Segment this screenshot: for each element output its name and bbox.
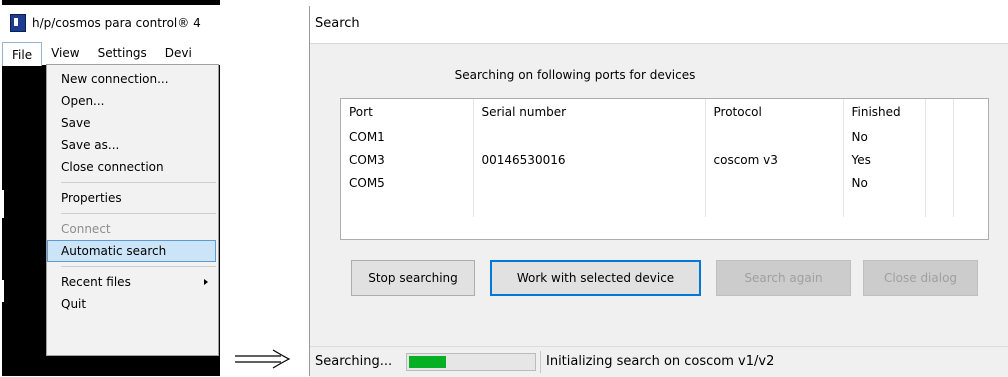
window-edge [2, 280, 4, 302]
column-header-finished[interactable]: Finished [843, 99, 926, 125]
table-row[interactable]: COM5 No [341, 171, 988, 194]
cell-port: COM3 [341, 148, 474, 171]
close-dialog-button: Close dialog [863, 260, 978, 296]
menu-item-new-connection[interactable]: New connection... [47, 68, 218, 90]
cell-protocol: coscom v3 [705, 148, 844, 171]
cell-protocol [705, 125, 844, 148]
cell-serial [473, 125, 706, 148]
status-message: Initializing search on coscom v1/v2 [546, 354, 775, 369]
cell-serial [473, 171, 706, 194]
cell-protocol [705, 171, 844, 194]
menu-separator [61, 266, 216, 267]
column-header-port[interactable]: Port [341, 99, 474, 125]
dialog-title: Search [315, 16, 360, 31]
cell-finished: No [843, 125, 926, 148]
search-progress-bar [406, 353, 536, 371]
app-window: h/p/cosmos para control® 4 File View Set… [2, 0, 220, 376]
file-menu-dropdown: New connection... Open... Save Save as..… [46, 64, 219, 356]
cell-port: COM5 [341, 171, 474, 194]
menu-bar: File View Settings Devi [2, 41, 220, 66]
column-header-serial-number[interactable]: Serial number [473, 99, 706, 125]
table-header-row: Port Serial number Protocol Finished [341, 99, 988, 125]
menu-item-open[interactable]: Open... [47, 90, 218, 112]
ports-table: Port Serial number Protocol Finished COM… [341, 99, 988, 217]
menu-item-properties[interactable]: Properties [47, 187, 218, 209]
work-with-selected-device-button[interactable]: Work with selected device [490, 260, 701, 296]
menu-separator [61, 213, 216, 214]
dialog-title-bar: Search [310, 6, 1008, 44]
column-header-empty [953, 99, 988, 125]
menu-devices[interactable]: Devi [156, 41, 201, 65]
menu-file[interactable]: File [2, 41, 43, 66]
search-dialog: Search Searching on following ports for … [309, 6, 1008, 377]
app-logo-icon [10, 14, 26, 32]
menu-settings[interactable]: Settings [89, 41, 156, 65]
menu-item-save-as[interactable]: Save as... [47, 134, 218, 156]
ports-list[interactable]: Port Serial number Protocol Finished COM… [340, 98, 989, 240]
app-title: h/p/cosmos para control® 4 [32, 16, 201, 30]
long-right-arrow-icon [235, 349, 291, 369]
menu-separator [61, 182, 216, 183]
menu-item-save[interactable]: Save [47, 112, 218, 134]
search-again-button: Search again [716, 260, 851, 296]
cell-finished: No [843, 171, 926, 194]
table-row[interactable]: COM3 00146530016 coscom v3 Yes [341, 148, 988, 171]
stop-searching-button[interactable]: Stop searching [351, 260, 475, 296]
search-caption: Searching on following ports for devices [454, 68, 696, 82]
menu-item-recent-files-label: Recent files [61, 275, 131, 289]
menu-item-automatic-search[interactable]: Automatic search [47, 240, 216, 262]
menu-view[interactable]: View [42, 41, 88, 65]
progress-fill [409, 356, 446, 368]
column-header-protocol[interactable]: Protocol [705, 99, 844, 125]
cell-finished: Yes [843, 148, 926, 171]
column-header-empty [925, 99, 954, 125]
table-row-empty [341, 194, 988, 217]
cell-port: COM1 [341, 125, 474, 148]
status-bar: Searching... Initializing search on cosc… [310, 346, 1008, 377]
menu-item-close-connection[interactable]: Close connection [47, 156, 218, 178]
window-edge [2, 190, 4, 218]
menu-item-quit[interactable]: Quit [47, 293, 218, 315]
status-separator [540, 351, 541, 373]
submenu-arrow-icon [204, 279, 208, 285]
menu-item-connect: Connect [61, 222, 111, 236]
app-title-bar: h/p/cosmos para control® 4 [2, 5, 220, 41]
table-row[interactable]: COM1 No [341, 125, 988, 148]
status-text: Searching... [315, 354, 393, 369]
menu-item-recent-files[interactable]: Recent files [47, 271, 218, 293]
cell-serial: 00146530016 [473, 148, 706, 171]
